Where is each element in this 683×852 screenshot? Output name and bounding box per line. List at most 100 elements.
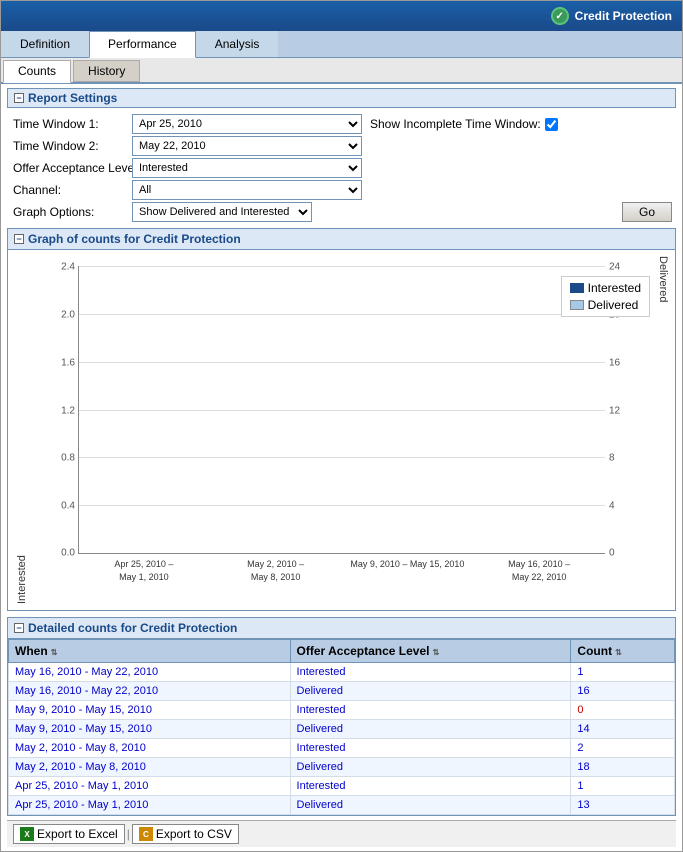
x-label-1: Apr 25, 2010 –May 1, 2010 [78, 558, 210, 583]
cell-count: 14 [571, 720, 675, 739]
time-window-2-select[interactable]: May 22, 2010 [132, 136, 362, 156]
y-right-label-12: 12 [609, 405, 620, 416]
chart-inner: 2.4 24 2.0 20 1.6 16 [28, 256, 655, 604]
go-button[interactable]: Go [622, 202, 672, 222]
y-right-label-24: 24 [609, 262, 620, 273]
cell-level: Delivered [290, 720, 571, 739]
time-window-2-control: May 22, 2010 [132, 136, 676, 156]
col-count[interactable]: Count ⇅ [571, 640, 675, 663]
cell-level: Delivered [290, 796, 571, 815]
checkmark-icon: ✓ [551, 7, 569, 25]
legend-item-interested: Interested [570, 281, 641, 295]
main-tabs: Definition Performance Analysis [1, 31, 682, 58]
col-when-label: When [15, 644, 48, 658]
col-when[interactable]: When ⇅ [9, 640, 291, 663]
cell-level: Interested [290, 701, 571, 720]
channel-select[interactable]: All [132, 180, 362, 200]
export-csv-button[interactable]: C Export to CSV [132, 824, 239, 844]
channel-control: All [132, 180, 676, 200]
legend-item-delivered: Delivered [570, 298, 641, 312]
y-label-00: 0.0 [61, 548, 75, 559]
content-area: − Report Settings Time Window 1: Apr 25,… [1, 84, 682, 851]
chart-area: Interested 2.4 24 2.0 [8, 250, 675, 610]
y-label-20: 2.0 [61, 309, 75, 320]
chart-collapse-icon[interactable]: − [14, 234, 24, 244]
chart-title: Graph of counts for Credit Protection [28, 232, 241, 246]
cell-level: Interested [290, 739, 571, 758]
graph-options-select[interactable]: Show Delivered and Interested [132, 202, 312, 222]
table-row: Apr 25, 2010 - May 1, 2010Delivered13 [9, 796, 675, 815]
cell-when: May 16, 2010 - May 22, 2010 [9, 663, 291, 682]
cell-level: Delivered [290, 682, 571, 701]
cell-count: 16 [571, 682, 675, 701]
tab-definition[interactable]: Definition [1, 31, 89, 57]
cell-when: Apr 25, 2010 - May 1, 2010 [9, 777, 291, 796]
cell-when: May 9, 2010 - May 15, 2010 [9, 701, 291, 720]
y-label-12: 1.2 [61, 405, 75, 416]
col-offer-level-label: Offer Acceptance Level [297, 644, 430, 658]
time-window-1-label: Time Window 1: [13, 114, 128, 134]
sort-icon-offer-level: ⇅ [433, 648, 440, 657]
time-window-1-select[interactable]: Apr 25, 2010 [132, 114, 362, 134]
y-right-label-16: 16 [609, 357, 620, 368]
y-label-08: 0.8 [61, 453, 75, 464]
legend-label-interested: Interested [588, 281, 641, 295]
report-settings-grid: Time Window 1: Apr 25, 2010 Show Incompl… [7, 112, 676, 228]
subtab-history[interactable]: History [73, 60, 140, 82]
y-label-16: 1.6 [61, 357, 75, 368]
report-settings-label: Report Settings [28, 91, 117, 105]
time-window-1-control: Apr 25, 2010 Show Incomplete Time Window… [132, 114, 676, 134]
offer-level-select[interactable]: Interested [132, 158, 362, 178]
x-axis-labels: Apr 25, 2010 –May 1, 2010 May 2, 2010 –M… [78, 554, 605, 583]
show-incomplete-checkbox[interactable] [545, 118, 558, 131]
offer-level-control: Interested [132, 158, 676, 178]
legend-color-interested [570, 283, 584, 293]
chart-legend: Interested Delivered [561, 276, 650, 317]
cell-count: 18 [571, 758, 675, 777]
cell-when: May 2, 2010 - May 8, 2010 [9, 758, 291, 777]
table-body: May 16, 2010 - May 22, 2010Interested1Ma… [9, 663, 675, 815]
collapse-icon[interactable]: − [14, 93, 24, 103]
table-row: May 2, 2010 - May 8, 2010Delivered18 [9, 758, 675, 777]
cell-count: 0 [571, 701, 675, 720]
cell-when: May 9, 2010 - May 15, 2010 [9, 720, 291, 739]
bars-container [79, 266, 605, 553]
cell-when: Apr 25, 2010 - May 1, 2010 [9, 796, 291, 815]
time-window-2-label: Time Window 2: [13, 136, 128, 156]
x-label-4: May 16, 2010 –May 22, 2010 [473, 558, 605, 583]
y-label-24: 2.4 [61, 262, 75, 273]
col-offer-level[interactable]: Offer Acceptance Level ⇅ [290, 640, 571, 663]
legend-label-delivered: Delivered [588, 298, 639, 312]
cell-when: May 2, 2010 - May 8, 2010 [9, 739, 291, 758]
y-axis-label-right: Delivered [655, 256, 669, 604]
y-right-label-00: 0 [609, 548, 615, 559]
chart-section: − Graph of counts for Credit Protection … [7, 228, 676, 611]
sort-icon-when: ⇅ [51, 648, 58, 657]
cell-level: Interested [290, 777, 571, 796]
y-right-label-04: 4 [609, 501, 615, 512]
show-incomplete-container: Show Incomplete Time Window: [370, 117, 558, 131]
table-row: May 9, 2010 - May 15, 2010Interested0 [9, 701, 675, 720]
subtab-counts[interactable]: Counts [3, 60, 71, 83]
table-collapse-icon[interactable]: − [14, 623, 24, 633]
y-label-04: 0.4 [61, 501, 75, 512]
table-row: May 9, 2010 - May 15, 2010Delivered14 [9, 720, 675, 739]
export-excel-button[interactable]: X Export to Excel [13, 824, 125, 844]
cell-count: 13 [571, 796, 675, 815]
table-title: Detailed counts for Credit Protection [28, 621, 237, 635]
tab-analysis[interactable]: Analysis [196, 31, 279, 57]
legend-color-delivered [570, 300, 584, 310]
subtabs: Counts History [1, 58, 682, 84]
table-row: May 16, 2010 - May 22, 2010Interested1 [9, 663, 675, 682]
header-title: ✓ Credit Protection [551, 7, 672, 25]
offer-level-label: Offer Acceptance Level: [13, 158, 128, 178]
table-row: May 16, 2010 - May 22, 2010Delivered16 [9, 682, 675, 701]
header-title-text: Credit Protection [575, 9, 672, 23]
cell-level: Interested [290, 663, 571, 682]
cell-count: 1 [571, 663, 675, 682]
show-incomplete-label: Show Incomplete Time Window: [370, 117, 541, 131]
col-count-label: Count [577, 644, 612, 658]
tab-performance[interactable]: Performance [89, 31, 196, 58]
cell-when: May 16, 2010 - May 22, 2010 [9, 682, 291, 701]
x-label-3: May 9, 2010 – May 15, 2010 [342, 558, 474, 583]
